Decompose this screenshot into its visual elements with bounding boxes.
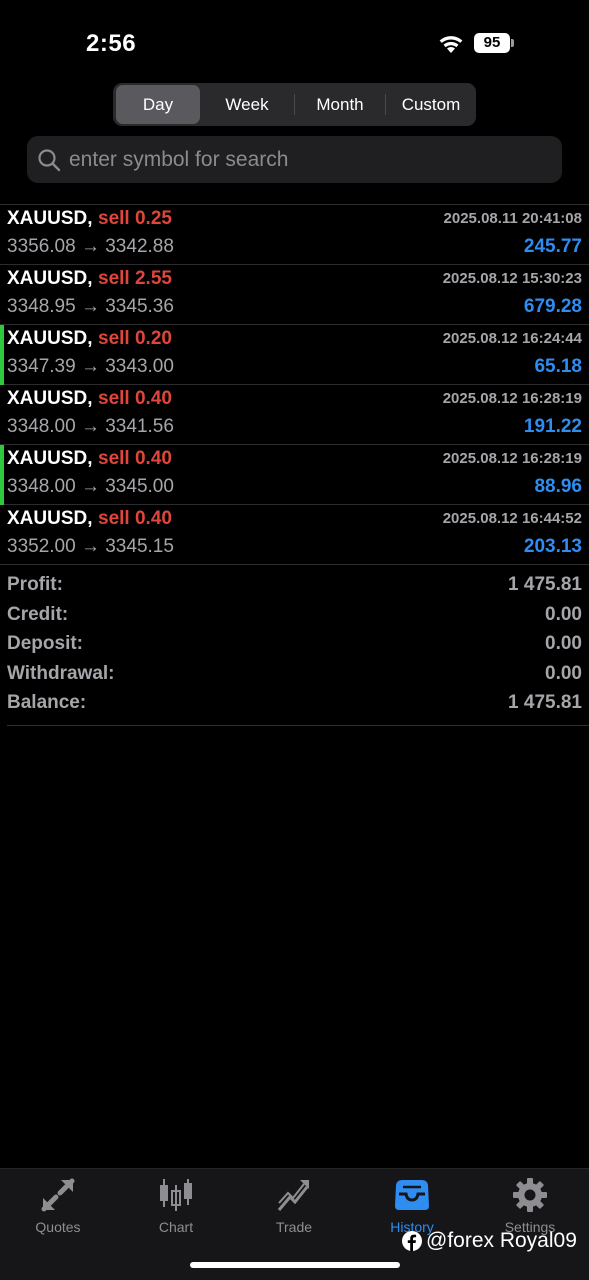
deal-profit: 88.96 (534, 476, 582, 497)
summary-row-balance: Balance: 1 475.81 (7, 690, 582, 720)
search-bar (27, 136, 562, 183)
candlestick-chart-icon (160, 1179, 192, 1211)
deal-prices: 3348.00 → 3345.00 (7, 476, 174, 497)
wifi-icon (439, 36, 463, 53)
summary-row-withdrawal: Withdrawal: 0.00 (7, 661, 582, 691)
summary-label: Withdrawal: (7, 662, 115, 684)
summary-row-profit: Profit: 1 475.81 (7, 572, 582, 602)
deal-side: sell 0.20 (98, 328, 172, 349)
deal-prices: 3348.95 → 3345.36 (7, 296, 174, 317)
facebook-icon (402, 1231, 422, 1251)
battery-tip (511, 39, 514, 47)
tab-trade[interactable]: Trade (244, 1177, 344, 1237)
summary-value: 0.00 (545, 633, 582, 654)
summary-value: 0.00 (545, 662, 582, 684)
deal-side: sell 0.40 (98, 388, 172, 409)
home-indicator[interactable] (190, 1262, 400, 1268)
deal-time: 2025.08.12 15:30:23 (442, 270, 582, 287)
deal-time: 2025.08.11 20:41:08 (443, 210, 582, 227)
summary-value: 1 475.81 (508, 574, 582, 595)
tab-label: Trade (275, 1219, 313, 1235)
history-inbox-icon (395, 1180, 429, 1210)
segment-custom[interactable]: Custom (386, 85, 476, 124)
deal-row[interactable]: XAUUSD, sell 0.40 2025.08.12 16:28:19 33… (0, 445, 589, 505)
deal-prices: 3348.00 → 3341.56 (7, 416, 174, 437)
summary-label: Balance: (7, 692, 87, 713)
deal-profit: 203.13 (523, 536, 582, 557)
deal-row[interactable]: XAUUSD, sell 2.55 2025.08.12 15:30:23 33… (0, 265, 589, 325)
deal-profit: 245.77 (523, 236, 582, 257)
deal-side: sell 0.40 (98, 448, 172, 469)
deal-symbol: XAUUSD, (7, 328, 93, 349)
deal-prices: 3352.00 → 3345.15 (7, 536, 174, 557)
clock: 2:56 (86, 30, 137, 57)
deal-row[interactable]: XAUUSD, sell 0.40 2025.08.12 16:44:52 33… (0, 505, 589, 565)
deal-symbol: XAUUSD, (7, 208, 93, 229)
account-summary: Profit: 1 475.81 Credit: 0.00 Deposit: 0… (7, 572, 582, 720)
deal-symbol: XAUUSD, (7, 448, 93, 469)
tab-chart[interactable]: Chart (126, 1177, 226, 1237)
status-bar: 2:56 95 (0, 0, 589, 80)
summary-row-credit: Credit: 0.00 (7, 602, 582, 632)
segment-week[interactable]: Week (201, 85, 293, 124)
battery-indicator: 95 (474, 33, 510, 53)
search-input[interactable] (69, 136, 549, 183)
watermark: @forex Royal09 (402, 1226, 577, 1256)
deal-row[interactable]: XAUUSD, sell 0.25 2025.08.11 20:41:08 33… (0, 205, 589, 265)
history-deals-list: XAUUSD, sell 0.25 2025.08.11 20:41:08 33… (0, 205, 589, 565)
summary-label: Deposit: (7, 633, 83, 654)
segment-month[interactable]: Month (295, 85, 385, 124)
deal-symbol: XAUUSD, (7, 268, 93, 289)
deal-time: 2025.08.12 16:44:52 (442, 510, 582, 527)
tab-label: Quotes (35, 1219, 81, 1235)
deal-side: sell 2.55 (98, 268, 172, 289)
deal-row[interactable]: XAUUSD, sell 0.40 2025.08.12 16:28:19 33… (0, 385, 589, 445)
deal-symbol: XAUUSD, (7, 388, 93, 409)
tab-label: Chart (158, 1219, 194, 1235)
segment-day[interactable]: Day (116, 85, 200, 124)
deal-profit: 191.22 (523, 416, 582, 437)
deal-symbol: XAUUSD, (7, 508, 93, 529)
summary-value: 1 475.81 (508, 692, 582, 713)
summary-label: Credit: (7, 603, 69, 625)
gear-icon (513, 1178, 547, 1212)
search-icon (38, 149, 61, 172)
summary-value: 0.00 (545, 603, 582, 625)
summary-label: Profit: (7, 574, 63, 595)
deal-profit: 65.18 (534, 356, 582, 377)
deal-side: sell 0.25 (98, 208, 172, 229)
quotes-icon (41, 1178, 75, 1212)
deal-prices: 3347.39 → 3343.00 (7, 356, 174, 377)
summary-divider (7, 725, 589, 726)
deal-side: sell 0.40 (98, 508, 172, 529)
watermark-text: @forex Royal09 (426, 1229, 577, 1252)
deal-row[interactable]: XAUUSD, sell 0.20 2025.08.12 16:24:44 33… (0, 325, 589, 385)
deal-profit: 679.28 (523, 296, 582, 317)
trade-trend-icon (277, 1180, 309, 1211)
deal-time: 2025.08.12 16:28:19 (442, 390, 582, 407)
summary-row-deposit: Deposit: 0.00 (7, 631, 582, 661)
deal-time: 2025.08.12 16:24:44 (442, 330, 582, 347)
deal-prices: 3356.08 → 3342.88 (7, 236, 174, 257)
tab-quotes[interactable]: Quotes (8, 1177, 108, 1237)
period-segmented-control: Day Week Month Custom (113, 83, 476, 126)
deal-time: 2025.08.12 16:28:19 (442, 450, 582, 467)
